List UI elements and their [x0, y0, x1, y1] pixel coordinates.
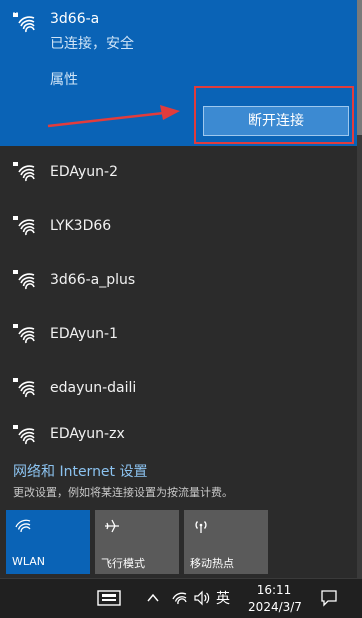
airplane-tile-label: 飞行模式	[101, 557, 145, 570]
network-name: EDAyun-2	[50, 164, 118, 180]
secured-wifi-icon	[13, 269, 35, 291]
secured-wifi-icon	[13, 215, 35, 237]
network-tray-icon[interactable]	[171, 590, 187, 610]
secured-wifi-icon	[13, 424, 35, 446]
airplane-icon	[103, 518, 121, 534]
network-name: EDAyun-1	[50, 326, 118, 342]
network-item[interactable]: LYK3D66	[0, 200, 357, 254]
network-item[interactable]: edayun-daili	[0, 362, 357, 416]
network-name: EDAyun-zx	[50, 426, 125, 442]
scrollbar-thumb[interactable]	[357, 0, 362, 135]
clock-date[interactable]: 2024/3/7	[240, 600, 310, 614]
network-settings-link[interactable]: 网络和 Internet 设置	[13, 461, 148, 481]
clock-time[interactable]: 16:11	[254, 583, 294, 597]
airplane-mode-tile[interactable]: 飞行模式	[95, 510, 179, 574]
onscreen-keyboard-icon[interactable]	[97, 588, 121, 612]
taskbar: 英 16:11 2024/3/7	[0, 578, 362, 618]
network-flyout: 3d66-a 已连接，安全 属性 断开连接 EDAyun-2 LYK3D66 3…	[0, 0, 362, 578]
connected-network-status: 已连接，安全	[50, 36, 134, 52]
secured-wifi-icon	[13, 323, 35, 345]
wifi-icon	[14, 518, 32, 534]
secured-wifi-icon	[13, 377, 35, 399]
connected-network-name: 3d66-a	[50, 11, 100, 27]
network-name: LYK3D66	[50, 218, 112, 234]
wlan-tile-label: WLAN	[12, 555, 46, 568]
volume-icon[interactable]	[193, 590, 211, 610]
network-item[interactable]: EDAyun-zx	[0, 416, 357, 458]
hotspot-tile-label: 移动热点	[190, 557, 234, 570]
network-item[interactable]: EDAyun-2	[0, 146, 357, 200]
secured-wifi-icon	[13, 12, 35, 34]
network-name: 3d66-a_plus	[50, 272, 136, 288]
annotation-arrow-icon	[47, 105, 180, 128]
network-item[interactable]: EDAyun-1	[0, 308, 357, 362]
input-method-indicator[interactable]: 英	[216, 588, 230, 608]
properties-link[interactable]: 属性	[50, 69, 78, 89]
mobile-hotspot-tile[interactable]: 移动热点	[184, 510, 268, 574]
secured-wifi-icon	[13, 161, 35, 183]
wlan-toggle-tile[interactable]: WLAN	[6, 510, 90, 574]
network-item[interactable]: 3d66-a_plus	[0, 254, 357, 308]
notification-center-icon[interactable]	[320, 589, 338, 611]
chevron-up-icon[interactable]	[146, 590, 160, 609]
network-name: edayun-daili	[50, 380, 137, 396]
network-settings-description: 更改设置，例如将某连接设置为按流量计费。	[13, 486, 233, 499]
annotation-highlight-box	[194, 86, 354, 144]
hotspot-icon	[192, 518, 210, 534]
